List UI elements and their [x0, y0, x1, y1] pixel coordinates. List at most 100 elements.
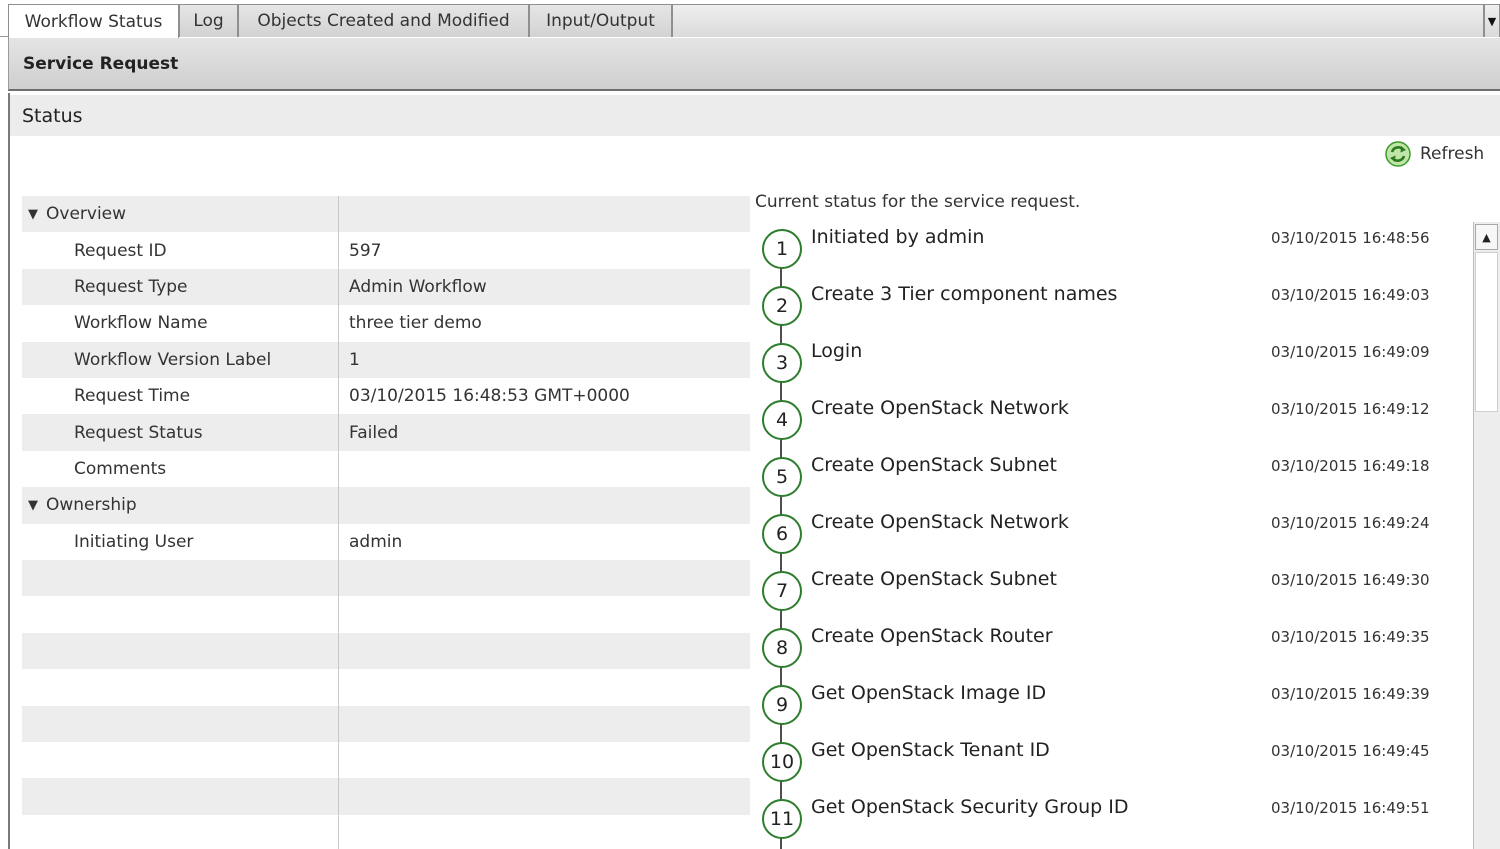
step-name: Create OpenStack Subnet	[811, 568, 1057, 590]
step-number-circle: 8	[762, 628, 802, 668]
step-name: Create OpenStack Network	[811, 397, 1069, 419]
content-left-border	[8, 93, 10, 849]
property-label: Initiating User	[74, 531, 194, 552]
tab-input-output[interactable]: Input/Output	[529, 4, 672, 37]
tab-workflow-status[interactable]: Workflow Status	[8, 4, 179, 38]
step-timestamp: 03/10/2015 16:49:18	[1271, 457, 1430, 475]
table-row: Request ID 597	[22, 232, 750, 268]
property-value: admin	[349, 531, 403, 552]
step-timestamp: 03/10/2015 16:49:39	[1271, 685, 1430, 703]
step-number-circle: 6	[762, 514, 802, 554]
step-number-circle: 7	[762, 571, 802, 611]
property-label: Request ID	[74, 240, 167, 261]
empty-row	[22, 778, 750, 815]
step-name: Get OpenStack Security Group ID	[811, 796, 1129, 818]
timeline-step: 8 Create OpenStack Router 03/10/2015 16:…	[755, 621, 1470, 678]
timeline-step: 2 Create 3 Tier component names 03/10/20…	[755, 279, 1470, 336]
timeline-step: 3 Login 03/10/2015 16:49:09	[755, 336, 1470, 393]
step-timestamp: 03/10/2015 16:49:30	[1271, 571, 1430, 589]
scroll-up-button[interactable]: ▲	[1475, 224, 1498, 250]
step-name: Initiated by admin	[811, 226, 985, 248]
property-value	[349, 451, 749, 487]
tab-objects-created-and-modified[interactable]: Objects Created and Modified	[238, 4, 529, 37]
table-row: Workflow Name three tier demo	[22, 305, 750, 341]
step-name: Create OpenStack Router	[811, 625, 1053, 647]
property-value: 03/10/2015 16:48:53 GMT+0000	[349, 386, 630, 407]
property-value: 1	[349, 349, 360, 370]
timeline-step: 11 Get OpenStack Security Group ID 03/10…	[755, 792, 1470, 849]
step-timestamp: 03/10/2015 16:49:24	[1271, 514, 1430, 532]
step-timestamp: 03/10/2015 16:48:56	[1271, 229, 1430, 247]
empty-row	[22, 596, 750, 632]
group-label: Overview	[46, 204, 127, 225]
timeline-step: 6 Create OpenStack Network 03/10/2015 16…	[755, 507, 1470, 564]
properties-table: ▼ Overview Request ID 597 Request Type Ad…	[22, 196, 750, 849]
step-number-circle: 9	[762, 685, 802, 725]
step-number-circle: 11	[762, 799, 802, 839]
table-row: Request Type Admin Workflow	[22, 268, 750, 306]
refresh-icon	[1385, 141, 1411, 167]
collapse-triangle-icon[interactable]: ▼	[28, 207, 38, 222]
property-value: Admin Workflow	[349, 276, 487, 297]
property-label: Workflow Name	[74, 313, 208, 334]
refresh-button[interactable]: Refresh	[1384, 139, 1484, 169]
table-row: Request Time 03/10/2015 16:48:53 GMT+000…	[22, 378, 750, 414]
empty-row	[22, 742, 750, 778]
step-name: Create OpenStack Subnet	[811, 454, 1057, 476]
empty-row	[22, 669, 750, 705]
step-number-circle: 3	[762, 343, 802, 383]
step-timestamp: 03/10/2015 16:49:51	[1271, 799, 1430, 817]
status-section-header: Status	[10, 95, 1500, 136]
timeline-step: 9 Get OpenStack Image ID 03/10/2015 16:4…	[755, 678, 1470, 735]
timeline-caption: Current status for the service request.	[755, 192, 1081, 212]
step-number-circle: 2	[762, 286, 802, 326]
step-number-circle: 1	[762, 229, 802, 269]
step-name: Get OpenStack Image ID	[811, 682, 1047, 704]
step-name: Create 3 Tier component names	[811, 283, 1118, 305]
refresh-label: Refresh	[1420, 144, 1485, 164]
step-timestamp: 03/10/2015 16:49:12	[1271, 400, 1430, 418]
property-label: Comments	[74, 458, 167, 479]
timeline-step: 10 Get OpenStack Tenant ID 03/10/2015 16…	[755, 735, 1470, 792]
step-name: Login	[811, 340, 863, 362]
status-timeline: 1 Initiated by admin 03/10/2015 16:48:56…	[755, 222, 1470, 849]
scrollbar-thumb[interactable]	[1475, 252, 1498, 412]
group-row-overview[interactable]: ▼ Overview	[22, 196, 750, 233]
empty-row	[22, 560, 750, 597]
step-timestamp: 03/10/2015 16:49:45	[1271, 742, 1430, 760]
timeline-step: 7 Create OpenStack Subnet 03/10/2015 16:…	[755, 564, 1470, 621]
group-row-ownership[interactable]: ▼ Ownership	[22, 487, 750, 524]
group-label: Ownership	[46, 495, 137, 516]
step-name: Create OpenStack Network	[811, 511, 1069, 533]
chevron-down-icon: ▼	[1487, 14, 1497, 28]
timeline-step: 4 Create OpenStack Network 03/10/2015 16…	[755, 393, 1470, 450]
step-timestamp: 03/10/2015 16:49:03	[1271, 286, 1430, 304]
property-value: three tier demo	[349, 313, 482, 334]
step-number-circle: 5	[762, 457, 802, 497]
table-row: Initiating User admin	[22, 524, 750, 560]
step-name: Get OpenStack Tenant ID	[811, 739, 1050, 761]
tab-bar: Workflow Status Log Objects Created and …	[0, 0, 1500, 38]
empty-row	[22, 815, 750, 849]
step-number-circle: 4	[762, 400, 802, 440]
collapse-triangle-icon[interactable]: ▼	[28, 498, 38, 513]
step-timestamp: 03/10/2015 16:49:35	[1271, 628, 1430, 646]
empty-row	[22, 632, 750, 670]
table-row: Workflow Version Label 1	[22, 341, 750, 378]
tab-log[interactable]: Log	[179, 4, 238, 37]
step-timestamp: 03/10/2015 16:49:09	[1271, 343, 1430, 361]
property-label: Request Status	[74, 422, 203, 443]
property-value: 597	[349, 240, 382, 261]
tab-dropdown-button[interactable]: ▼	[1484, 4, 1500, 37]
step-number-circle: 10	[762, 742, 802, 782]
column-divider	[338, 196, 339, 849]
empty-row	[22, 705, 750, 742]
tab-bar-filler	[672, 4, 1484, 37]
timeline-step: 1 Initiated by admin 03/10/2015 16:48:56	[755, 222, 1470, 279]
table-row: Comments	[22, 451, 750, 487]
property-value: Failed	[349, 422, 399, 443]
property-label: Request Time	[74, 386, 191, 407]
timeline-step: 5 Create OpenStack Subnet 03/10/2015 16:…	[755, 450, 1470, 507]
page-title: Service Request	[8, 38, 1500, 91]
timeline-scrollbar[interactable]: ▲	[1473, 222, 1500, 849]
